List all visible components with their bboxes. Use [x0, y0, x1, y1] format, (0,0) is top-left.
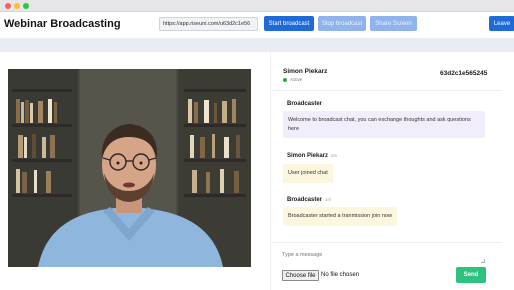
message-input[interactable]: [282, 248, 487, 262]
composer-divider: [272, 242, 502, 243]
user-status: Active: [290, 77, 303, 82]
resize-handle-icon[interactable]: [481, 259, 485, 263]
top-toolbar: Webinar Broadcasting Start broadcast Sto…: [0, 12, 514, 38]
share-screen-button[interactable]: Share Screen: [370, 16, 417, 31]
message-bubble: Welcome to broadcast chat, you can excha…: [283, 111, 485, 138]
page-title: Webinar Broadcasting: [4, 18, 121, 30]
message-sender-name: Broadcaster: [287, 101, 323, 107]
workspace-panel: Simon Piekarz Active 63d2c1e565245 Broad…: [0, 52, 514, 290]
message-bubble: User joined chat: [283, 164, 333, 183]
broadcast-url-field[interactable]: [159, 17, 258, 31]
message-bubble: Broadcaster started a tranmission join n…: [283, 207, 397, 226]
message-sender: Broadcaster 1m: [287, 197, 331, 203]
message-sender: Simon Piekarz 2m: [287, 153, 337, 159]
message-time: 1m: [325, 197, 332, 202]
presenter-video-image: [8, 69, 251, 267]
stop-broadcast-button[interactable]: Stop broadcast: [318, 16, 366, 31]
minimize-window-icon[interactable]: [14, 3, 20, 9]
leave-button[interactable]: Leave: [489, 16, 514, 31]
close-window-icon[interactable]: [5, 3, 11, 9]
chat-user-name: Simon Piekarz: [283, 68, 328, 75]
session-id: 63d2c1e565245: [440, 70, 488, 77]
choose-file-button[interactable]: Choose file: [282, 270, 319, 281]
chat-divider: [270, 52, 271, 290]
message-sender-name: Simon Piekarz: [287, 153, 329, 159]
video-feed: [8, 69, 251, 267]
chat-header-divider: [272, 90, 502, 91]
window-titlebar: [0, 0, 514, 12]
send-button[interactable]: Send: [456, 267, 486, 283]
start-broadcast-button[interactable]: Start broadcast: [264, 16, 314, 31]
file-status: No file chosen: [321, 272, 360, 278]
message-time: 2m: [331, 153, 338, 158]
message-sender: Broadcaster: [287, 101, 322, 107]
message-sender-name: Broadcaster: [287, 197, 323, 203]
active-status-icon: [283, 78, 287, 82]
maximize-window-icon[interactable]: [23, 3, 29, 9]
